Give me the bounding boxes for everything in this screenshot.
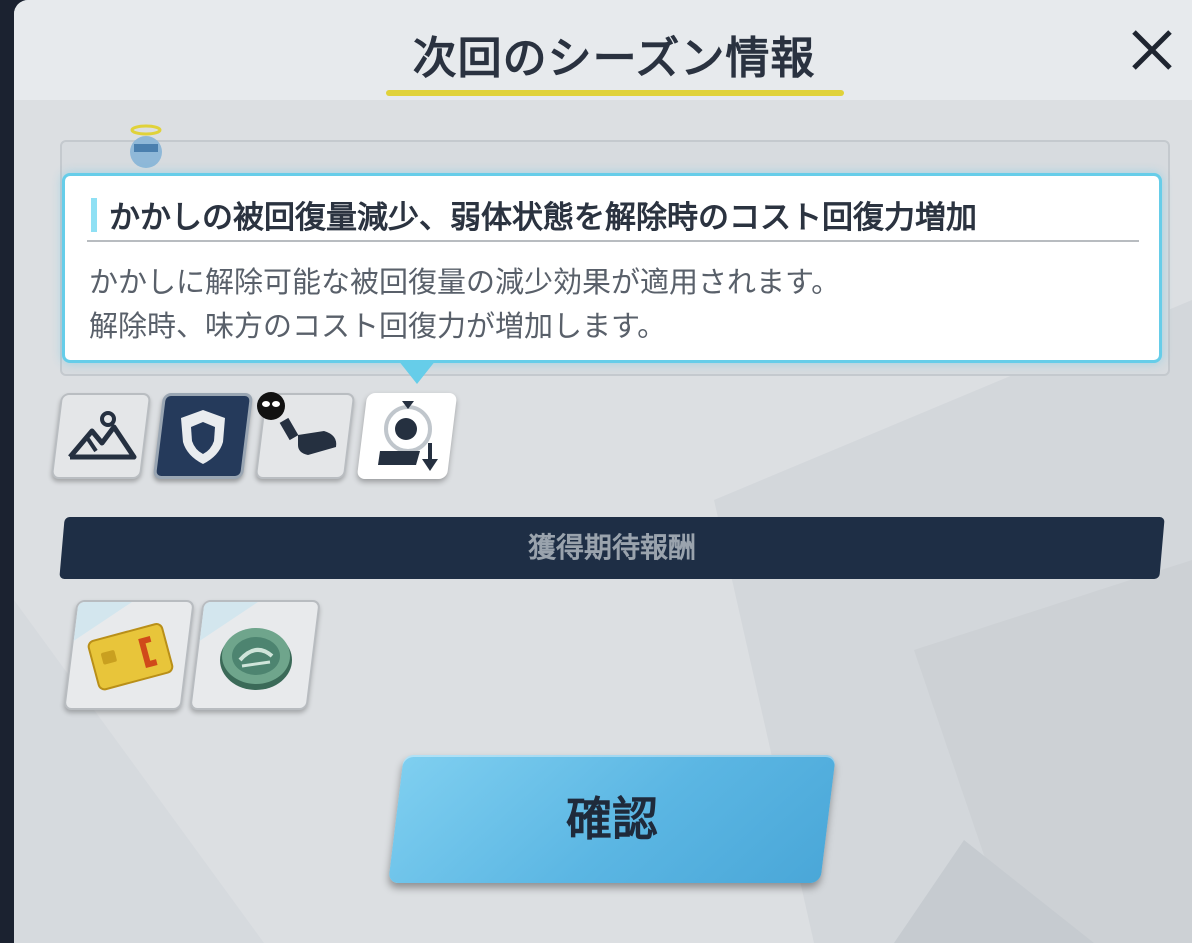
healing-down-icon (378, 401, 438, 471)
character-avatar-icon (130, 124, 162, 168)
close-button[interactable] (1122, 20, 1182, 80)
reward-item-credit-card[interactable] (63, 600, 195, 710)
rewards-banner: 獲得期待報酬 (59, 517, 1165, 579)
tooltip-pointer (398, 360, 436, 384)
tooltip-divider (87, 240, 1139, 242)
enemy-mask-badge-icon (257, 392, 285, 420)
effect-terrain-button[interactable] (50, 393, 152, 479)
credit-card-icon (72, 602, 174, 691)
tooltip-description: かかしに解除可能な被回復量の減少効果が適用されます。 解除時、味方のコスト回復力… (89, 260, 840, 348)
reward-item-coin[interactable] (189, 600, 321, 710)
confirm-button[interactable]: 確認 (388, 755, 836, 883)
mountain-terrain-icon (68, 411, 137, 460)
close-x-icon (1132, 30, 1172, 70)
title-underline (386, 90, 844, 96)
tooltip-title: かかしの被回復量減少、弱体状態を解除時のコスト回復力増加 (109, 200, 977, 236)
shield-icon (181, 410, 225, 464)
tooltip-description-line1: かかしに解除可能な被回復量の減少効果が適用されます。 (89, 265, 841, 299)
effect-healing-down-button[interactable] (356, 393, 458, 479)
rewards-banner-label: 獲得期待報酬 (527, 531, 696, 564)
effect-shield-button[interactable] (152, 393, 254, 479)
tooltip-accent-bar (91, 198, 97, 232)
effect-tooltip: かかしの被回復量減少、弱体状態を解除時のコスト回復力増加 かかしに解除可能な被回… (62, 173, 1162, 363)
tooltip-description-line2: 解除時、味方のコスト回復力が増加します。 (89, 309, 667, 343)
dialog-title: 次回のシーズン情報 (412, 33, 816, 84)
green-coin-icon (198, 602, 292, 690)
confirm-button-label: 確認 (566, 792, 658, 846)
dialog-header: 次回のシーズン情報 (14, 0, 1192, 100)
